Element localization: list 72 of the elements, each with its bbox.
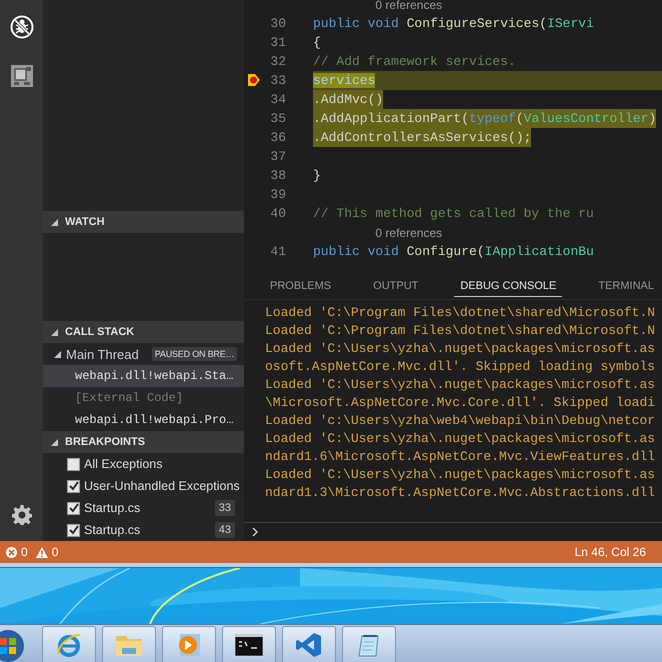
code-line: public void ConfigureServices(IServi [313,15,594,33]
breakpoint-icon[interactable] [248,74,260,86]
terminal-icon [235,634,263,656]
code-editor-icon [296,632,322,658]
line-number: 32 [269,54,286,69]
line-badge: 33 [214,500,235,516]
console-line: Loaded 'C:\Users\yzha\.nuget\packages\microsoft.as [265,466,656,484]
console-line: Loaded 'c:\Users\yzha\web4\webapi\bin\Debug\netcor [265,412,656,430]
prompt-icon [252,527,258,537]
code-line: { [313,34,321,52]
code-line: // This method gets called by the ru [313,205,594,223]
cursor-position[interactable]: Ln 46, Col 26 [574,545,646,559]
stack-frame[interactable]: webapi.dll!webapi.Sta… [43,365,244,387]
section-header[interactable]: CALL STACK [43,321,244,343]
codelens-text[interactable]: 0 references [375,226,442,240]
line-number: 33 [269,73,286,88]
line-number: 34 [269,92,286,107]
expanded-icon[interactable] [54,350,61,358]
panel-tab[interactable]: OUTPUT [367,267,424,297]
code-line: public void Configure(IApplicationBu [313,243,594,261]
console-line: Loaded 'C:\Program Files\dotnet\shared\Microsoft.N [265,304,656,322]
line-number: 30 [269,16,286,31]
console-line: Loaded 'C:\Users\yzha\.nuget\packages\microsoft.as [265,376,656,394]
checkbox[interactable] [67,458,80,470]
play-icon [176,632,202,658]
warning-count[interactable]: 0 [52,545,58,559]
extensions-icon[interactable] [10,65,32,87]
expanded-icon[interactable] [51,218,58,226]
code-line: } [313,167,321,185]
debug-icon[interactable] [10,15,34,39]
breakpoint-label: All Exceptions [84,457,163,471]
browser-icon [56,632,82,658]
panel-tab[interactable]: PROBLEMS [264,267,338,297]
console-line: \Microsoft.AspNetCore.Mvc.Core.dll'. Skipped loadi [265,394,656,412]
expanded-icon[interactable] [51,438,58,446]
code-line: // Add framework services. [313,53,516,71]
line-number: 31 [269,35,286,50]
settings-icon[interactable] [12,505,32,525]
line-number: 36 [269,130,286,145]
line-number: 38 [269,168,286,183]
warning-icon[interactable] [36,546,48,558]
console-line: ndard1.6\Microsoft.AspNetCore.Mvc.ViewFeatures.dll [265,448,656,466]
stack-frame[interactable]: [External Code] [43,387,244,409]
console-line: osoft.AspNetCore.Mvc.dll'. Skipped loading symbols [265,358,656,376]
line-number: 35 [269,111,286,126]
stack-frame[interactable]: webapi.dll!webapi.Pro… [43,409,244,431]
line-number: 40 [269,206,286,221]
console-line: Loaded 'C:\Users\yzha\.nuget\packages\microsoft.as [265,430,656,448]
line-badge: 43 [214,522,235,538]
error-icon[interactable] [6,546,17,558]
panel-tab[interactable]: DEBUG CONSOLE [454,267,562,297]
checkbox[interactable] [67,502,80,514]
breakpoint-label: User-Unhandled Exceptions [84,479,240,493]
section-header[interactable]: WATCH [43,211,244,233]
breakpoint-label: Startup.cs [84,523,140,537]
panel-tab[interactable]: TERMINAL [592,267,660,297]
console-line: Loaded 'C:\Users\yzha\.nuget\packages\microsoft.as [265,340,656,358]
checkbox[interactable] [67,524,80,536]
console-line: Loaded 'C:\Program Files\dotnet\shared\Microsoft.N [265,322,656,340]
expanded-icon[interactable] [51,328,58,336]
checkbox[interactable] [67,480,80,492]
section-header[interactable]: BREAKPOINTS [43,431,244,453]
line-number: 41 [269,244,286,259]
line-number: 37 [269,149,286,164]
codelens-text[interactable]: 0 references [375,0,442,12]
line-number: 39 [269,187,286,202]
status-badge: PAUSED ON BRE… [152,347,238,361]
breakpoint-label: Startup.cs [84,501,140,515]
console-line: ndard1.3\Microsoft.AspNetCore.Mvc.Abstractions.dll [265,484,656,502]
error-count[interactable]: 0 [21,545,28,559]
taskbar-button[interactable] [222,626,276,662]
thread-name[interactable]: Main Thread [66,346,139,362]
